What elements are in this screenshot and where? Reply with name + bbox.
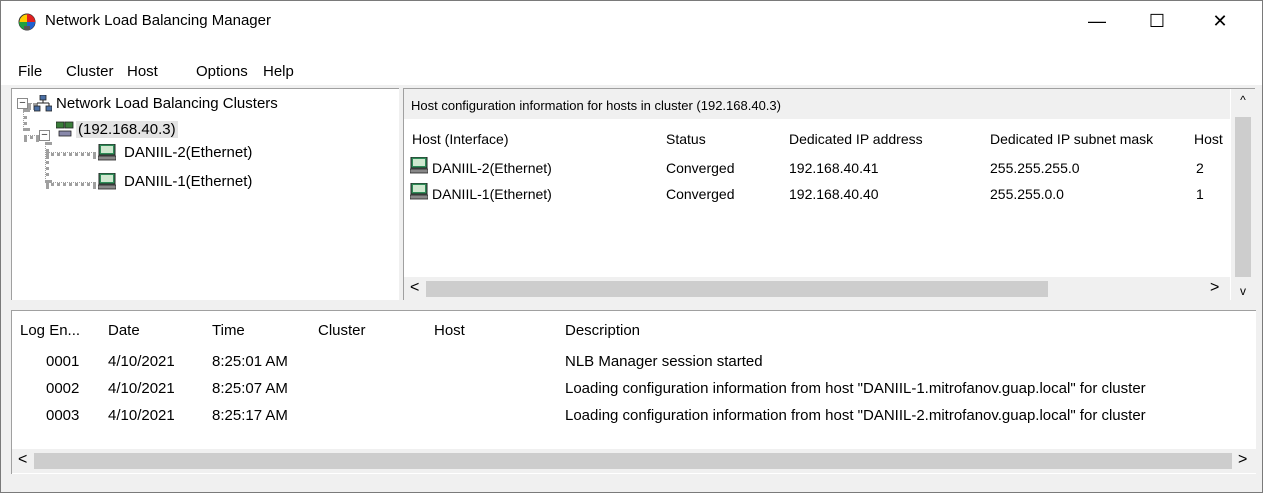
cluster-tree[interactable]: − Network Load Balancing Clusters − (192… — [11, 88, 399, 300]
host-config-caption: Host configuration information for hosts… — [404, 89, 1230, 119]
scroll-right-icon[interactable]: > — [1238, 451, 1247, 469]
scroll-down-icon[interactable]: v — [1231, 284, 1255, 298]
cell-ip: 192.168.40.41 — [789, 160, 879, 176]
log-date: 4/10/2021 — [108, 407, 175, 424]
cluster-icon — [56, 121, 74, 137]
collapse-cluster-icon[interactable]: − — [39, 130, 50, 141]
host-config-vertical-scrollbar[interactable]: ^ v — [1231, 89, 1255, 300]
scroll-right-icon[interactable]: > — [1210, 279, 1219, 297]
cell-host: DANIIL-2(Ethernet) — [432, 160, 552, 176]
close-button[interactable]: ✕ — [1193, 1, 1247, 41]
tree-root-label[interactable]: Network Load Balancing Clusters — [56, 95, 278, 112]
window-title: Network Load Balancing Manager — [45, 12, 271, 29]
scroll-thumb[interactable] — [426, 281, 1048, 297]
tree-connector — [46, 152, 96, 156]
status-bar — [1, 477, 1262, 492]
menu-host[interactable]: Host — [127, 63, 158, 80]
maximize-button[interactable]: ☐ — [1130, 1, 1184, 41]
log-description: Loading configuration information from h… — [565, 380, 1146, 397]
cell-status: Converged — [666, 186, 735, 202]
cell-mask: 255.255.0.0 — [990, 186, 1064, 202]
log-description: NLB Manager session started — [565, 353, 763, 370]
column-header-time[interactable]: Time — [212, 322, 245, 339]
tree-host-daniil-1[interactable]: DANIIL-1(Ethernet) — [124, 173, 252, 190]
cell-priority: 2 — [1196, 160, 1204, 176]
log-date: 4/10/2021 — [108, 353, 175, 370]
menu-help[interactable]: Help — [263, 63, 294, 80]
host-config-panel: Host configuration information for hosts… — [403, 88, 1255, 301]
host-computer-icon — [410, 183, 428, 200]
column-header-host[interactable]: Host — [434, 322, 465, 339]
log-time: 8:25:01 AM — [212, 353, 288, 370]
log-entry-id: 0003 — [46, 407, 80, 424]
cell-status: Converged — [666, 160, 735, 176]
log-time: 8:25:17 AM — [212, 407, 288, 424]
nlb-manager-icon — [18, 13, 36, 31]
menu-cluster[interactable]: Cluster — [66, 63, 114, 80]
column-header-date[interactable]: Date — [108, 322, 140, 339]
log-description: Loading configuration information from h… — [565, 407, 1146, 424]
column-header-cluster[interactable]: Cluster — [318, 322, 366, 339]
log-date: 4/10/2021 — [108, 380, 175, 397]
scroll-left-icon[interactable]: < — [18, 451, 27, 469]
menu-options[interactable]: Options — [196, 63, 248, 80]
column-header-host-priority[interactable]: Host — [1194, 131, 1224, 147]
tree-cluster-label[interactable]: (192.168.40.3) — [76, 121, 178, 138]
column-header-dedicated-ip[interactable]: Dedicated IP address — [789, 131, 923, 147]
tree-connector — [24, 135, 39, 139]
minimize-button[interactable]: — — [1070, 1, 1124, 41]
maximize-icon: ☐ — [1148, 10, 1166, 31]
host-config-horizontal-scrollbar[interactable]: < > — [404, 277, 1230, 301]
host-computer-icon — [98, 144, 116, 161]
log-panel: Log En... Date Time Cluster Host Descrip… — [11, 310, 1256, 474]
close-icon: ✕ — [1212, 10, 1228, 31]
column-header-subnet-mask[interactable]: Dedicated IP subnet mask — [990, 131, 1153, 147]
log-horizontal-scrollbar[interactable]: < > — [12, 449, 1256, 473]
tree-connector — [46, 182, 96, 186]
host-computer-icon — [98, 173, 116, 190]
collapse-root-icon[interactable]: − — [17, 98, 28, 109]
main-window: Network Load Balancing Manager — ☐ ✕ Fil… — [0, 0, 1263, 493]
scroll-thumb[interactable] — [1235, 117, 1251, 277]
scroll-thumb[interactable] — [34, 453, 1232, 469]
menu-bar: File Cluster Host Options Help — [1, 41, 1262, 85]
host-computer-icon — [410, 157, 428, 174]
log-entry-id: 0001 — [46, 353, 80, 370]
log-time: 8:25:07 AM — [212, 380, 288, 397]
column-header-description[interactable]: Description — [565, 322, 640, 339]
title-bar[interactable]: Network Load Balancing Manager — ☐ ✕ — [1, 1, 1262, 41]
tree-connector — [23, 109, 27, 131]
column-header-host-interface[interactable]: Host (Interface) — [412, 131, 508, 147]
scroll-up-icon[interactable]: ^ — [1231, 93, 1255, 107]
cell-ip: 192.168.40.40 — [789, 186, 879, 202]
cell-mask: 255.255.255.0 — [990, 160, 1080, 176]
network-clusters-icon — [34, 95, 52, 112]
cell-priority: 1 — [1196, 186, 1204, 202]
scroll-left-icon[interactable]: < — [410, 279, 419, 297]
tree-connector — [45, 142, 49, 183]
column-header-log-entry[interactable]: Log En... — [20, 322, 80, 339]
cell-host: DANIIL-1(Ethernet) — [432, 186, 552, 202]
menu-file[interactable]: File — [18, 63, 42, 80]
log-entry-id: 0002 — [46, 380, 80, 397]
tree-host-daniil-2[interactable]: DANIIL-2(Ethernet) — [124, 144, 252, 161]
column-header-status[interactable]: Status — [666, 131, 706, 147]
minimize-icon: — — [1088, 10, 1106, 31]
